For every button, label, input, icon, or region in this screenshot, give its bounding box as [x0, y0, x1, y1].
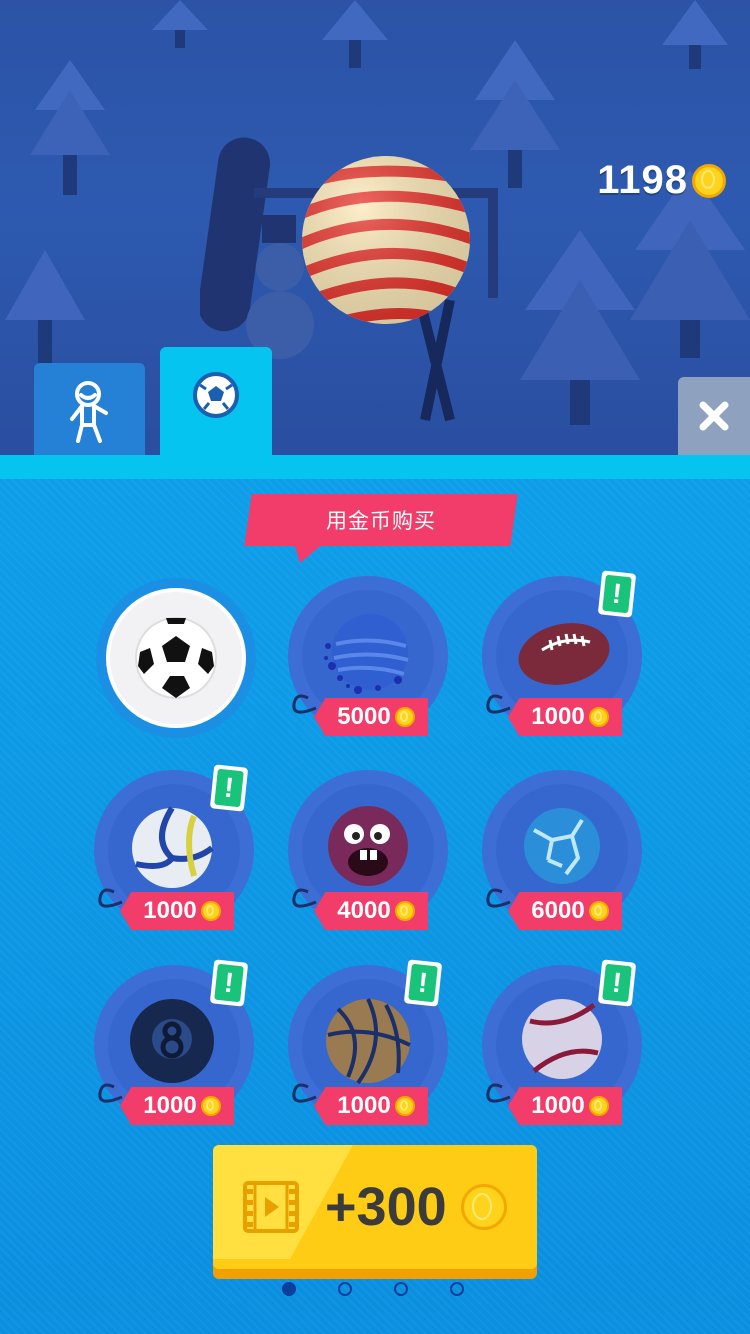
tag-string [486, 888, 511, 908]
price-tag: 1000 [120, 892, 234, 930]
ball-slot-eight-ball[interactable]: ! 1000 [94, 959, 254, 1125]
price-value: 1000 [531, 703, 585, 730]
candy-stripe-ball [302, 156, 470, 324]
page-dot-2[interactable] [338, 1282, 352, 1296]
gold-coin-icon [588, 707, 609, 727]
price-value: 1000 [337, 1092, 391, 1119]
price-tag: 1000 [508, 698, 622, 736]
price-value: 1000 [143, 1092, 197, 1119]
gold-coin-icon [394, 1096, 415, 1116]
buy-with-coins-banner: 用金币购买 [244, 494, 518, 546]
new-item-badge: ! [597, 959, 637, 1007]
page-dot-4[interactable] [450, 1282, 464, 1296]
price-value: 1000 [143, 897, 197, 924]
game-scene: 1198 [0, 0, 750, 455]
tab-balls[interactable] [160, 347, 272, 455]
price-value: 5000 [337, 703, 391, 730]
gold-coin-icon [394, 707, 415, 727]
ball-slot-baseball[interactable]: ! 1000 [482, 959, 642, 1125]
price-value: 4000 [337, 897, 391, 924]
price-tag: 5000 [314, 698, 428, 736]
ball-slot-volleyball[interactable]: ! 1000 [94, 764, 254, 930]
gold-coin-icon [200, 901, 221, 921]
basketball-art [326, 998, 411, 1085]
ball-slot-basketball[interactable]: ! 1000 [288, 959, 448, 1125]
snowy-tree-decor [30, 60, 110, 195]
tag-string [98, 888, 123, 908]
tag-string [292, 694, 317, 714]
planet-ball-art [324, 614, 409, 694]
gold-coin-icon [588, 1096, 609, 1116]
ball-slot-rugby[interactable]: ! 1000 [482, 570, 642, 736]
character-icon [70, 381, 108, 443]
snowy-tree-decor [152, 0, 208, 48]
tag-string [486, 1083, 511, 1103]
page-dot-1[interactable] [282, 1282, 296, 1296]
price-value: 6000 [531, 897, 585, 924]
soccer-ball-art [135, 617, 217, 699]
tag-string [292, 1083, 317, 1103]
shop-top-strip [0, 455, 750, 479]
rugby-ball-art [518, 623, 610, 685]
banner-tail [294, 543, 324, 563]
gold-coin-icon [200, 1096, 221, 1116]
ball-slot-monster[interactable]: 4000 [288, 770, 448, 930]
page-dot-3[interactable] [394, 1282, 408, 1296]
coin-balance: 1198 [597, 158, 726, 203]
baseball-art [522, 999, 602, 1079]
snowy-tree-decor [322, 0, 388, 68]
price-tag: 1000 [314, 1087, 428, 1125]
price-tag: 1000 [508, 1087, 622, 1125]
price-tag: 4000 [314, 892, 428, 930]
page-indicator [282, 1282, 464, 1296]
new-item-badge: ! [403, 959, 443, 1007]
soccer-ball-icon [193, 372, 239, 418]
price-value: 1000 [531, 1092, 585, 1119]
monster-ball-art [328, 806, 408, 886]
new-item-badge: ! [209, 764, 249, 812]
snowy-tree-decor [520, 230, 640, 425]
gold-coin-icon [588, 901, 609, 921]
tag-string [98, 1083, 123, 1103]
price-tag: 1000 [120, 1087, 234, 1125]
volleyball-art [132, 806, 214, 888]
price-tag: 6000 [508, 892, 622, 930]
video-film-icon [243, 1181, 299, 1233]
watch-video-reward-button[interactable]: +300 [213, 1145, 537, 1269]
coin-balance-value: 1198 [597, 158, 688, 202]
tag-string [292, 888, 317, 908]
ball-slot-ice[interactable]: 6000 [482, 770, 642, 930]
snowy-tree-decor [662, 0, 728, 69]
gold-coin-icon [692, 163, 726, 198]
eight-ball-art [130, 999, 214, 1083]
ice-ball-art [524, 808, 600, 884]
video-reward-amount: +300 [325, 1177, 447, 1237]
ball-slot-soccer[interactable] [96, 578, 256, 738]
close-button[interactable] [678, 377, 750, 455]
ball-slot-planet[interactable]: 5000 [288, 576, 448, 736]
tab-character[interactable] [34, 363, 145, 455]
buy-with-coins-label: 用金币购买 [326, 509, 436, 533]
tag-string [486, 694, 511, 714]
new-item-badge: ! [209, 959, 249, 1007]
gold-coin-icon [394, 901, 415, 921]
gold-coin-icon [460, 1184, 507, 1230]
close-icon [699, 401, 729, 431]
new-item-badge: ! [597, 570, 637, 618]
snowy-tree-decor [470, 40, 560, 188]
